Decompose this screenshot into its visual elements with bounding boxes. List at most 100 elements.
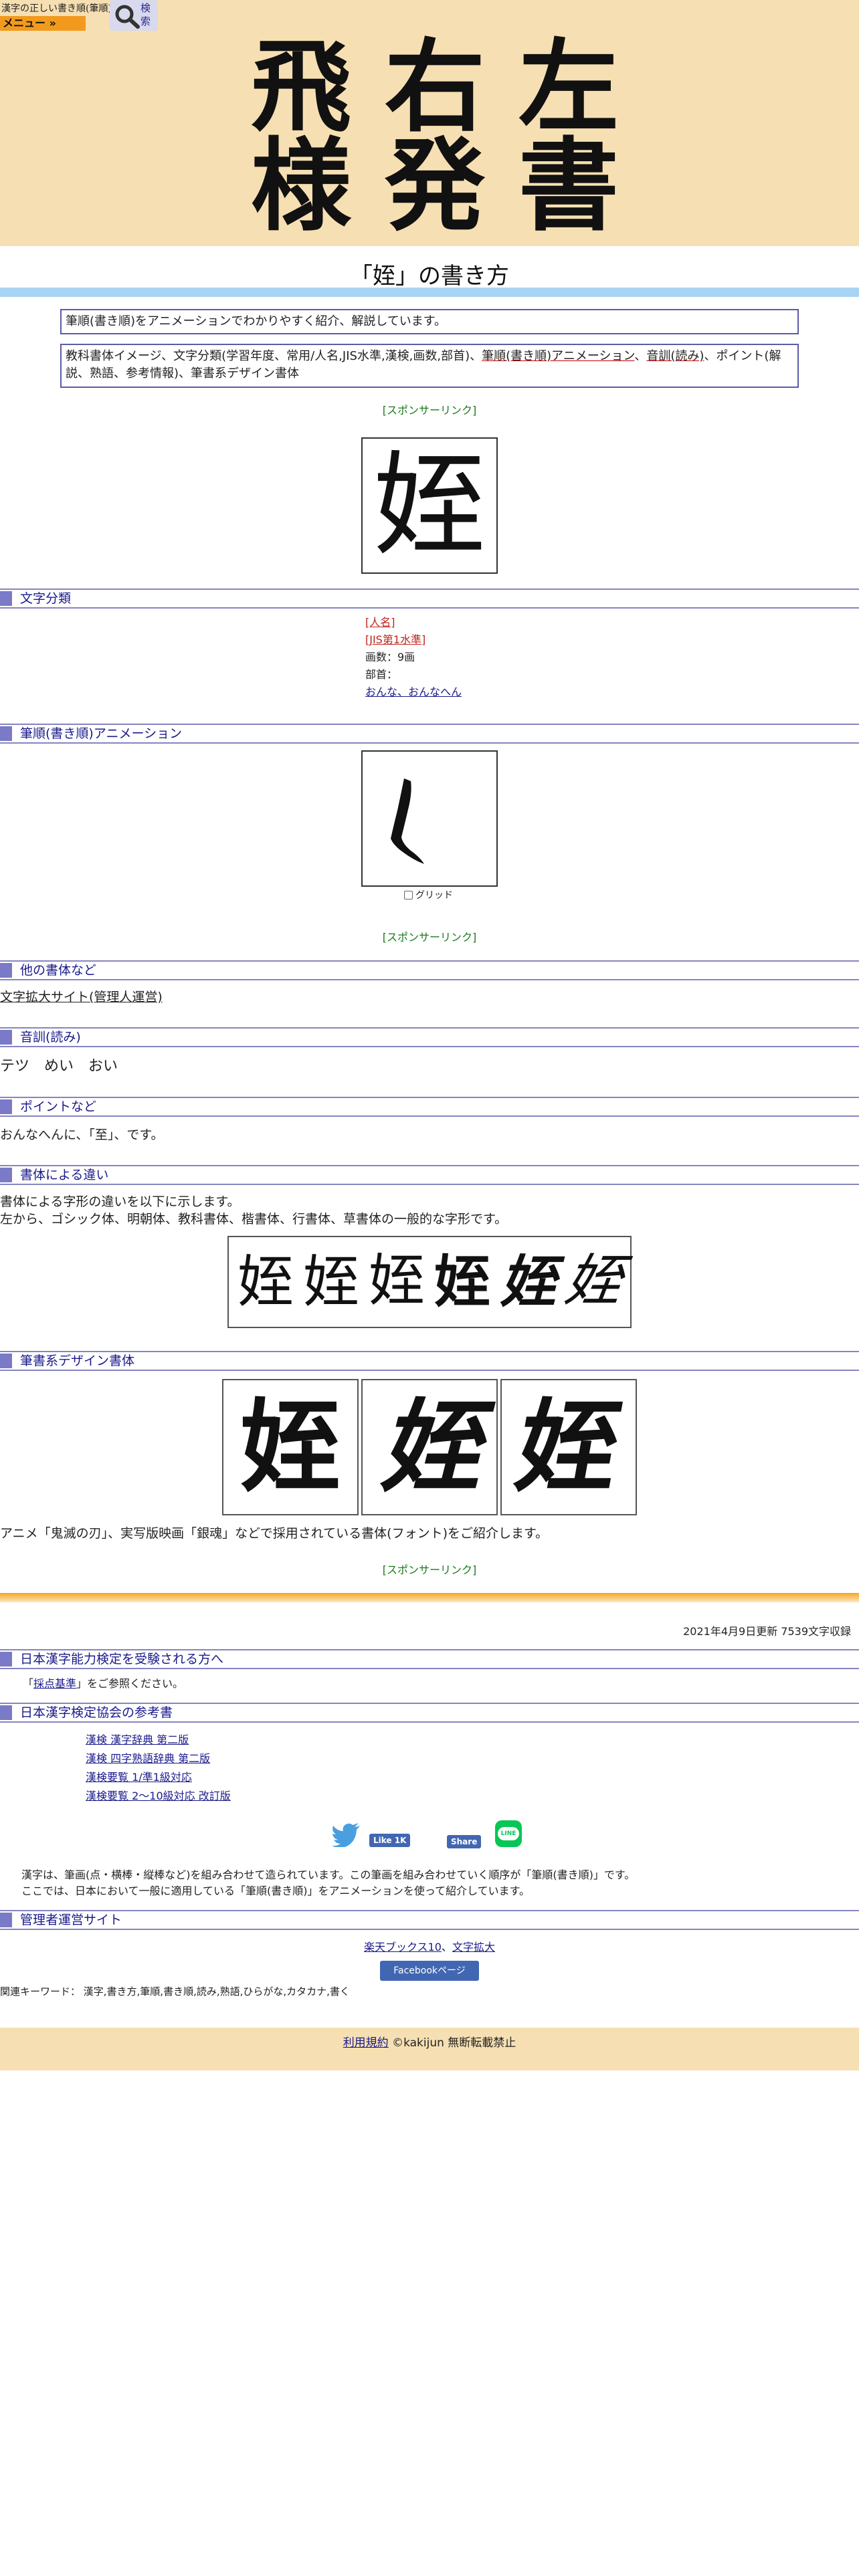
section-title: 書体による違い bbox=[20, 1168, 109, 1182]
stroke-count: 画数：9画 bbox=[365, 651, 415, 663]
grid-checkbox[interactable] bbox=[404, 890, 413, 899]
enlarge-site-link[interactable]: 文字拡大サイト(管理人運営) bbox=[0, 988, 163, 1006]
font-comparison: 姪 姪 姪 姪 姪 姪 bbox=[227, 1236, 632, 1328]
grid-label: グリッド bbox=[415, 890, 453, 901]
stroke-animation bbox=[361, 750, 498, 887]
page-title: 「姪」の書き方 bbox=[350, 263, 509, 290]
sponsor-link: [スポンサーリンク] bbox=[382, 931, 477, 944]
section-design: 筆書系デザイン書体 bbox=[0, 1351, 859, 1371]
orange-divider bbox=[0, 1593, 859, 1602]
fb-like-button[interactable]: Like 1K bbox=[369, 1834, 411, 1847]
section-title: 日本漢字検定協会の参考書 bbox=[20, 1705, 173, 1720]
stroke-animation-frame bbox=[391, 778, 424, 864]
section-reading: 音訓(読み) bbox=[0, 1027, 859, 1047]
section-title: 筆書系デザイン書体 bbox=[20, 1354, 135, 1368]
facebook-page-button[interactable]: Facebookページ bbox=[380, 1961, 479, 1981]
section-marker bbox=[0, 1030, 12, 1045]
search-icon bbox=[115, 5, 140, 29]
grid-toggle[interactable]: グリッド bbox=[404, 888, 453, 901]
hero-banner: 飛 右 左 様 発 書 bbox=[0, 0, 859, 246]
rakuten-link[interactable]: 楽天ブックス10 bbox=[364, 1941, 442, 1953]
radical-link[interactable]: おんな、おんなへん bbox=[365, 685, 462, 698]
contents-box: 教科書体イメージ、文字分類(学習年度、常用/人名,JIS水準,漢検,画数,部首)… bbox=[60, 344, 799, 388]
kanken-text-post: 」をご参照ください。 bbox=[76, 1677, 184, 1690]
design-glyph: 姪 bbox=[508, 1388, 630, 1506]
section-refs: 日本漢字検定協会の参考書 bbox=[0, 1703, 859, 1723]
hero-kanji-grid: 飛 右 左 様 発 書 bbox=[234, 37, 636, 236]
twitter-icon[interactable] bbox=[332, 1823, 361, 1847]
radical-label: 部首： bbox=[365, 668, 398, 681]
main-kanji: 姪 bbox=[373, 440, 486, 571]
hero-kanji[interactable]: 書 bbox=[502, 136, 636, 236]
section-marker bbox=[0, 726, 12, 741]
font-diff-line-1: 書体による字形の違いを以下に示します。 bbox=[0, 1194, 240, 1209]
menu-button[interactable]: メニュー » bbox=[0, 16, 86, 31]
scoring-link[interactable]: 採点基準 bbox=[33, 1677, 76, 1690]
reading-text: テツ めい おい bbox=[0, 1058, 118, 1075]
copyright: ©kakijun 無断転載禁止 bbox=[392, 2036, 516, 2050]
hero-kanji[interactable]: 様 bbox=[234, 136, 368, 236]
section-point: ポイントなど bbox=[0, 1097, 859, 1117]
sponsor-link: [スポンサーリンク] bbox=[382, 1564, 477, 1576]
section-marker bbox=[0, 1913, 12, 1927]
hero-kanji[interactable]: 発 bbox=[368, 136, 502, 236]
terms-link[interactable]: 利用規約 bbox=[343, 2036, 389, 2050]
font-gyosho: 姪 bbox=[499, 1249, 556, 1315]
intro-box: 筆順(書き順)をアニメーションでわかりやすく紹介、解説しています。 bbox=[60, 309, 799, 334]
site-logo[interactable]: 漢字の正しい書き順(筆順) メニュー » bbox=[0, 0, 112, 31]
hero-kanji[interactable]: 飛 bbox=[234, 37, 368, 137]
section-marker bbox=[0, 1099, 12, 1114]
section-title: 音訓(読み) bbox=[20, 1030, 81, 1045]
font-kaisho: 姪 bbox=[434, 1249, 490, 1315]
about-line-2: ここでは、日本において一般に適用している「筆順(書き順)」をアニメーションを使っ… bbox=[21, 1885, 531, 1897]
ref-link[interactable]: 漢検 四字熟語辞典 第二版 bbox=[86, 1749, 231, 1768]
sponsor-link: [スポンサーリンク] bbox=[382, 404, 477, 417]
section-title: 管理者運営サイト bbox=[20, 1913, 122, 1927]
about-line-1: 漢字は、筆画(点・横棒・縦棒など)を組み合わせて造られています。この筆画を組み合… bbox=[21, 1868, 636, 1881]
contents-text: 教科書体イメージ、文字分類(学習年度、常用/人名,JIS水準,漢検,画数,部首)… bbox=[66, 349, 482, 363]
section-marker bbox=[0, 963, 12, 978]
main-kanji-image: 姪 bbox=[361, 437, 498, 574]
hero-kanji[interactable]: 左 bbox=[502, 37, 636, 137]
section-animation: 筆順(書き順)アニメーション bbox=[0, 724, 859, 744]
contents-separator: 、 bbox=[634, 349, 647, 363]
font-sosho: 姪 bbox=[561, 1251, 626, 1313]
ref-link[interactable]: 漢検要覧 2～10級対応 改訂版 bbox=[86, 1787, 231, 1806]
ref-link[interactable]: 漢検要覧 1/準1級対応 bbox=[86, 1768, 231, 1787]
section-other-fonts: 他の書体など bbox=[0, 960, 859, 980]
line-share-button[interactable]: LINE bbox=[495, 1820, 522, 1847]
font-gothic: 姪 bbox=[237, 1249, 294, 1315]
jis-link[interactable]: [JIS第1水準] bbox=[365, 633, 425, 646]
kanken-text-pre: 「 bbox=[23, 1677, 34, 1690]
line-icon: LINE bbox=[498, 1827, 519, 1840]
hero-kanji[interactable]: 右 bbox=[368, 37, 502, 137]
section-marker bbox=[0, 1705, 12, 1720]
facebook-page-label: Facebookページ bbox=[393, 1965, 466, 1976]
ref-list: 漢検 漢字辞典 第二版 漢検 四字熟語辞典 第二版 漢検要覧 1/準1級対応 漢… bbox=[86, 1731, 231, 1806]
section-title: 他の書体など bbox=[20, 963, 97, 978]
section-marker bbox=[0, 1354, 12, 1368]
admin-links: 楽天ブックス10、文字拡大 bbox=[0, 1939, 859, 1955]
section-kanken: 日本漢字能力検定を受験される方へ bbox=[0, 1649, 859, 1669]
jinmei-link[interactable]: [人名] bbox=[365, 616, 395, 629]
design-font-1: 姪 bbox=[222, 1379, 359, 1515]
ref-link[interactable]: 漢検 漢字辞典 第二版 bbox=[86, 1731, 231, 1749]
classification-info: [人名] [JIS第1水準] 画数：9画 部首： おんな、おんなへん bbox=[365, 614, 462, 701]
search-button[interactable]: 検索 bbox=[110, 0, 158, 31]
contents-link-animation[interactable]: 筆順(書き順)アニメーション bbox=[482, 349, 634, 363]
contents-link-reading[interactable]: 音訓(読み) bbox=[646, 349, 704, 363]
design-glyph: 姪 bbox=[379, 1388, 480, 1506]
section-title: 文字分類 bbox=[20, 591, 72, 606]
design-caption: アニメ「鬼滅の刃」、実写版映画「銀魂」などで採用されている書体(フォント)をご紹… bbox=[0, 1526, 549, 1541]
section-marker bbox=[0, 591, 12, 606]
design-glyph: 姪 bbox=[240, 1388, 341, 1506]
admin-links-sep: 、 bbox=[441, 1941, 452, 1953]
design-font-2: 姪 bbox=[361, 1379, 498, 1515]
font-diff-line-2: 左から、ゴシック体、明朝体、教科書体、楷書体、行書体、草書体の一般的な字形です。 bbox=[0, 1212, 508, 1226]
section-title: 日本漢字能力検定を受験される方へ bbox=[20, 1652, 224, 1667]
enlarge-link[interactable]: 文字拡大 bbox=[452, 1941, 495, 1953]
logo-text: 漢字の正しい書き順(筆順) bbox=[1, 3, 112, 14]
fb-share-button[interactable]: Share bbox=[447, 1835, 482, 1848]
footer: 利用規約 ©kakijun 無断転載禁止 bbox=[0, 2028, 859, 2070]
section-marker bbox=[0, 1168, 12, 1182]
